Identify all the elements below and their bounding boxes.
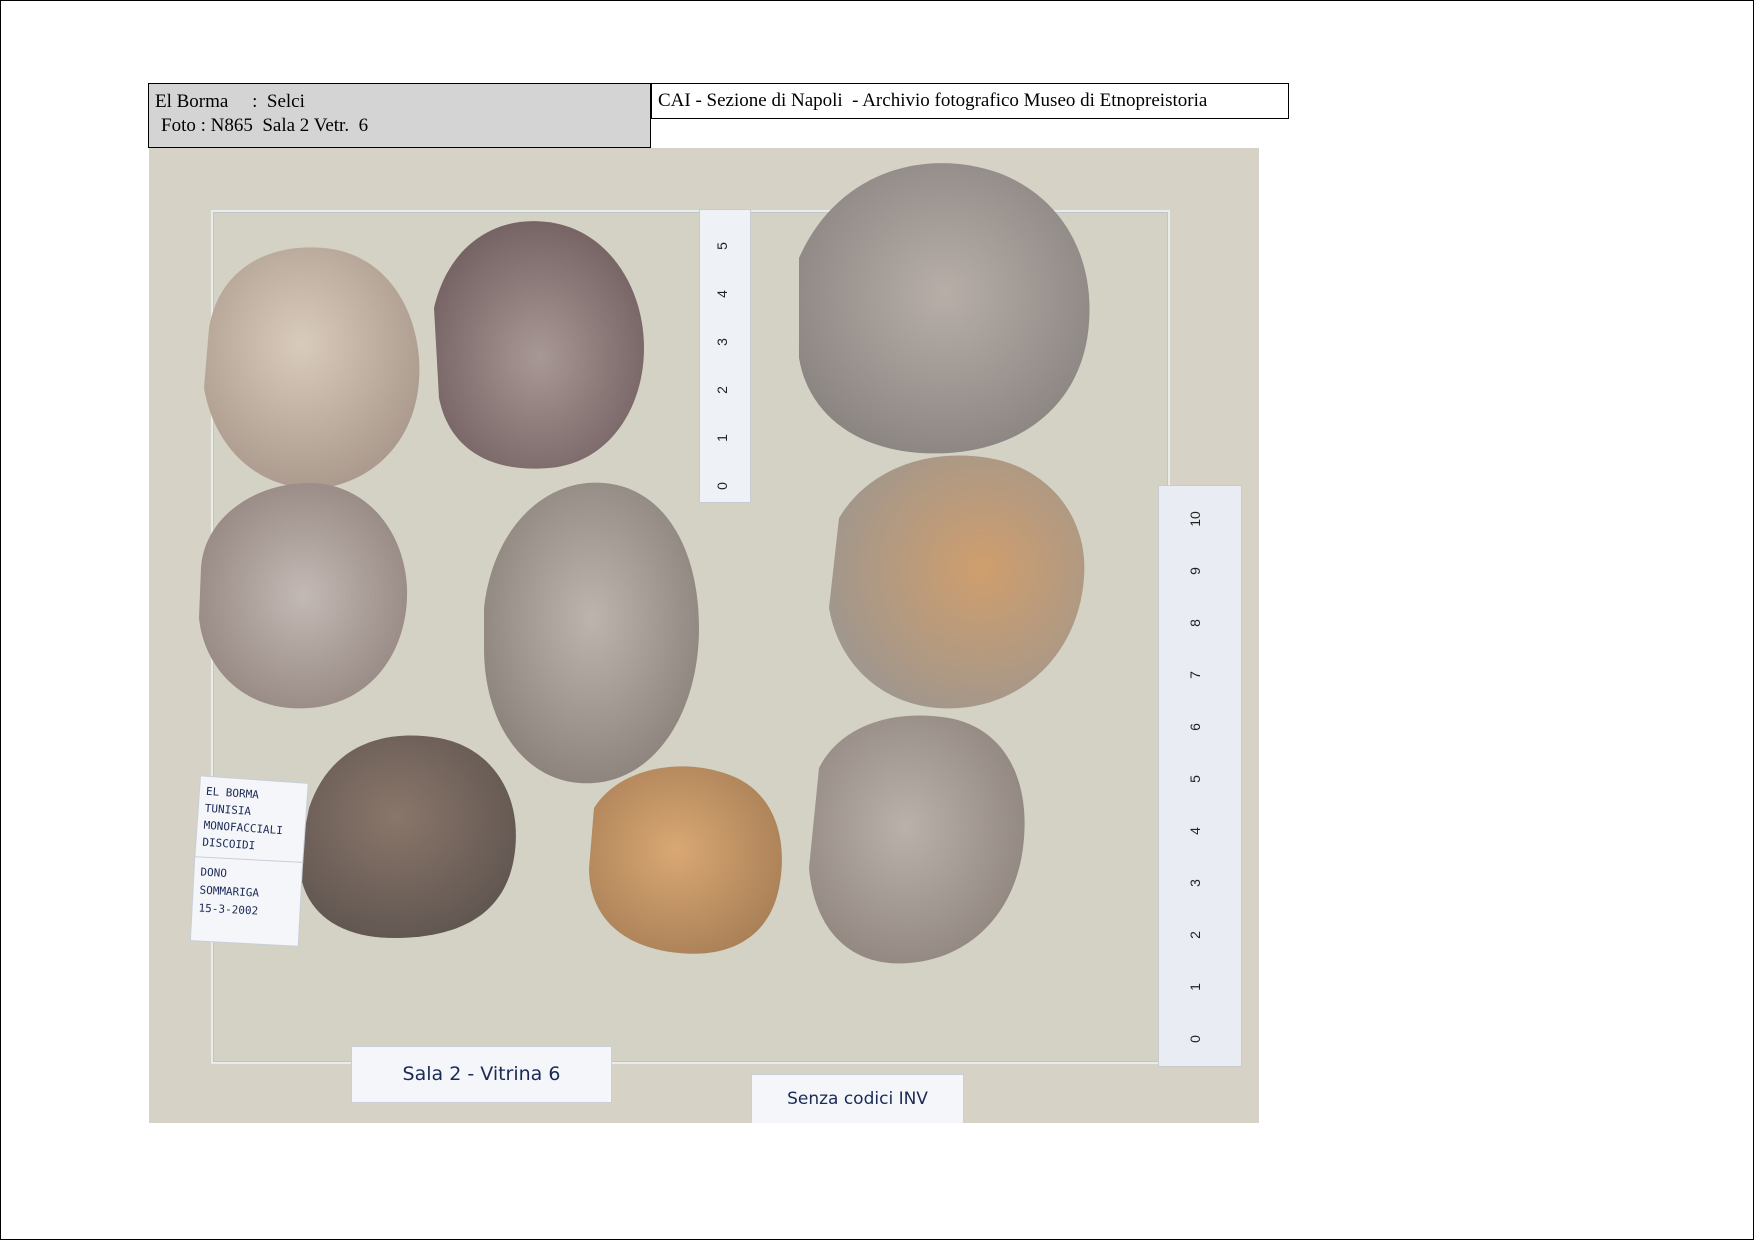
archive-title: CAI - Sezione di Napoli - Archivio fotog… — [658, 90, 1208, 111]
caption-box: El Borma : Selci Foto : N865 Sala 2 Vetr… — [148, 83, 651, 148]
small-ruler-tick: 4 — [713, 290, 730, 298]
stone-2 — [434, 221, 644, 469]
small-ruler-tick: 5 — [713, 242, 730, 250]
small-ruler-tick: 0 — [713, 482, 730, 490]
large-ruler-tick: 8 — [1186, 619, 1203, 627]
stone-1 — [204, 247, 420, 489]
stone-6 — [829, 455, 1085, 709]
small-ruler-tick: 1 — [713, 434, 730, 442]
large-ruler-tick: 5 — [1186, 775, 1203, 783]
site-label-card: EL BORMA TUNISIA MONOFACCIALI DISCOIDI — [195, 776, 308, 866]
large-ruler-tick: 9 — [1186, 567, 1203, 575]
large-ruler-tick: 2 — [1186, 931, 1203, 939]
photo-info: Foto : N865 Sala 2 Vetr. 6 — [161, 115, 369, 136]
stone-7 — [299, 735, 516, 938]
small-ruler-tick: 3 — [713, 338, 730, 346]
large-ruler-tick: 10 — [1186, 511, 1203, 527]
large-ruler-tick: 7 — [1186, 671, 1203, 679]
donor-label-card: DONO SOMMARIGA 15-3-2002 — [190, 857, 303, 946]
large-ruler: 0 1 2 3 4 5 6 7 8 9 10 — [1159, 486, 1241, 1066]
room-label-card: Sala 2 - Vitrina 6 — [352, 1047, 611, 1102]
large-ruler-tick: 0 — [1186, 1035, 1203, 1043]
stone-3 — [799, 163, 1090, 454]
artifact-photo: 0 1 2 3 4 5 0 1 2 3 4 5 6 7 8 9 10 EL BO… — [149, 148, 1259, 1123]
large-ruler-tick: 4 — [1186, 827, 1203, 835]
stone-8 — [589, 766, 782, 954]
site-title: El Borma : Selci — [155, 91, 305, 112]
large-ruler-tick: 3 — [1186, 879, 1203, 887]
inventory-label-card: Senza codici INV — [752, 1075, 963, 1123]
large-ruler-tick: 1 — [1186, 983, 1203, 991]
label-line: 15-3-2002 — [198, 901, 259, 918]
archive-box: CAI - Sezione di Napoli - Archivio fotog… — [651, 83, 1289, 119]
small-ruler: 0 1 2 3 4 5 — [700, 210, 750, 502]
stone-4 — [199, 483, 408, 709]
large-ruler-tick: 6 — [1186, 723, 1203, 731]
small-ruler-tick: 2 — [713, 386, 730, 394]
stone-9 — [809, 715, 1025, 964]
stone-5 — [484, 482, 699, 784]
